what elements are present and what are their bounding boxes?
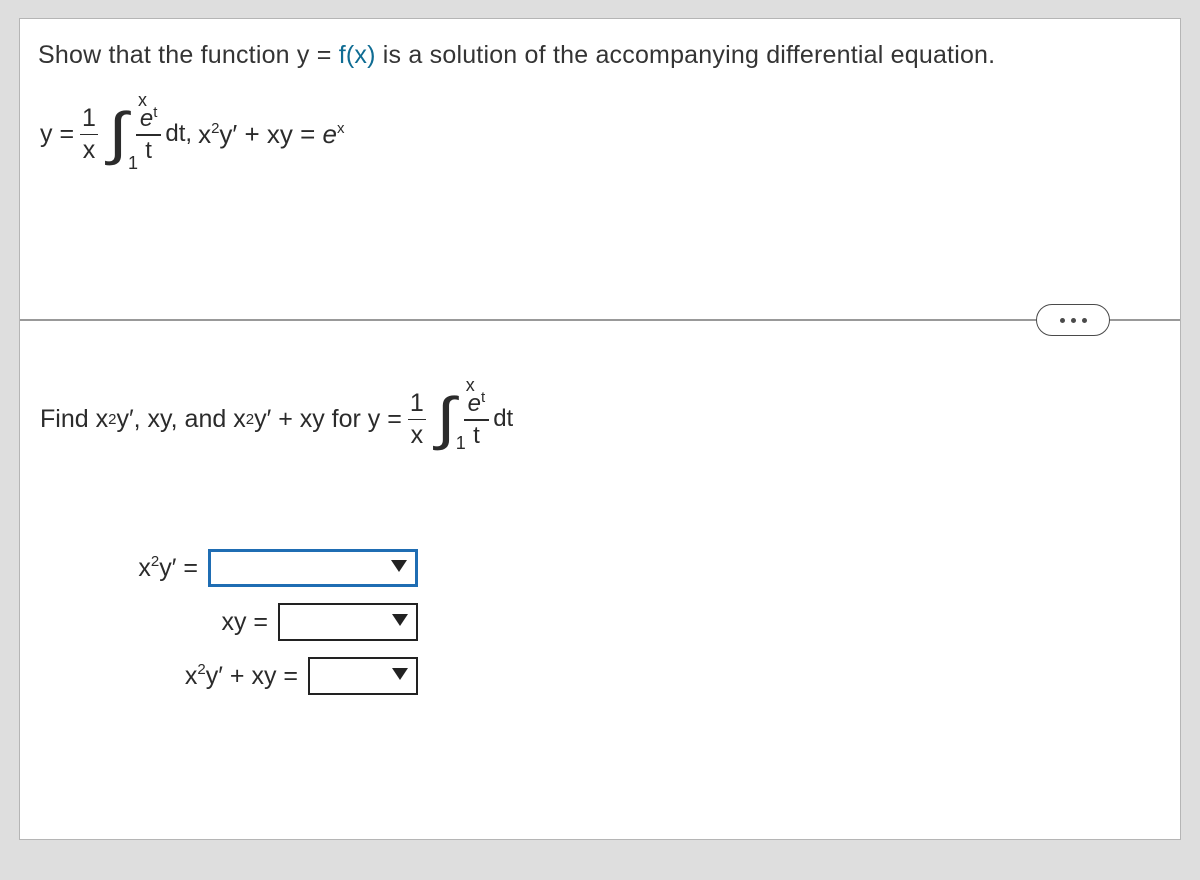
integral2-lower: 1 [456,433,466,454]
ode-x: x [198,119,211,149]
answer-row-1: x2y′ = [38,549,418,587]
p2-pre: Find x [40,405,108,434]
dot-icon [1071,318,1076,323]
frac-num: 1 [80,105,98,131]
chevron-down-icon [391,560,409,576]
label-xy: xy = [221,608,268,637]
fraction-1-over-x-2: 1 x [408,390,426,448]
r3pre: x [185,662,198,690]
integral-symbol: ∫ [108,108,127,160]
r3post: y′ + xy = [206,662,298,690]
y-equals: y = [40,120,74,149]
integral-block: x ∫ 1 [110,108,126,160]
r1sup: 2 [151,553,159,570]
r3sup: 2 [197,661,205,678]
p2-sup1: 2 [108,411,116,428]
divider-line [20,319,1180,321]
integral2-symbol: ∫ [436,393,455,445]
integral2-upper: x [466,375,475,396]
ode-part: x2y′ + xy = ex [198,119,344,150]
integral-upper: x [138,90,147,111]
ode-e: e [323,119,337,149]
chevron-down-icon [392,614,410,630]
p2-mid2: y′ + xy for y = [254,405,402,434]
label-x2yprime: x2y′ = [138,553,198,583]
integrand-fraction: et t [136,104,162,165]
instruction-text: Show that the function y = f(x) is a sol… [20,19,1180,104]
ode-mid: y′ + xy = [219,119,322,149]
instruction-post: is a solution of the accompanying differ… [376,41,996,69]
e2exp: t [481,389,485,406]
frac-bar [80,134,98,136]
integrand-bar [136,134,162,136]
e-exp: t [153,104,157,121]
dropdown-x2yprime[interactable] [208,549,418,587]
dot-icon [1060,318,1065,323]
p2-sup2: 2 [246,411,254,428]
integrand2-bar [464,419,490,421]
problem-sheet: Show that the function y = f(x) is a sol… [19,18,1181,840]
frac2-num: 1 [408,390,426,416]
dropdown-sum[interactable] [308,657,418,695]
r1post: y′ = [159,554,198,582]
more-options-button[interactable] [1036,304,1110,336]
integrand2-den: t [469,422,484,450]
dt-comma: dt, [165,120,192,148]
integrand-den: t [141,137,156,165]
fraction-1-over-x: 1 x [80,105,98,163]
chevron-down-icon [392,668,410,684]
instruction-fx: f(x) [339,41,376,69]
p2-mid1: y′, xy, and x [116,405,245,434]
r1pre: x [138,554,151,582]
answer-area: x2y′ = xy = x2y′ + xy = [38,549,418,711]
dot-icon [1082,318,1087,323]
frac2-bar [408,419,426,421]
answer-row-3: x2y′ + xy = [38,657,418,695]
instruction-pre: Show that the function y = [38,41,339,69]
integral-block-2: x ∫ 1 [438,393,454,445]
sub-prompt: Find x2y′, xy, and x2y′ + xy for y = 1 x… [40,389,513,450]
integrand2-fraction: et t [464,389,490,450]
dt2: dt [493,405,513,433]
label-sum: x2y′ + xy = [185,661,298,691]
given-equation: y = 1 x x ∫ 1 et t dt, x2y′ + xy = ex [20,104,1180,165]
frac-den: x [81,137,98,163]
frac2-den: x [409,422,426,448]
answer-row-2: xy = [38,603,418,641]
ode-ex: x [337,120,345,137]
dropdown-xy[interactable] [278,603,418,641]
integral-lower: 1 [128,153,138,174]
